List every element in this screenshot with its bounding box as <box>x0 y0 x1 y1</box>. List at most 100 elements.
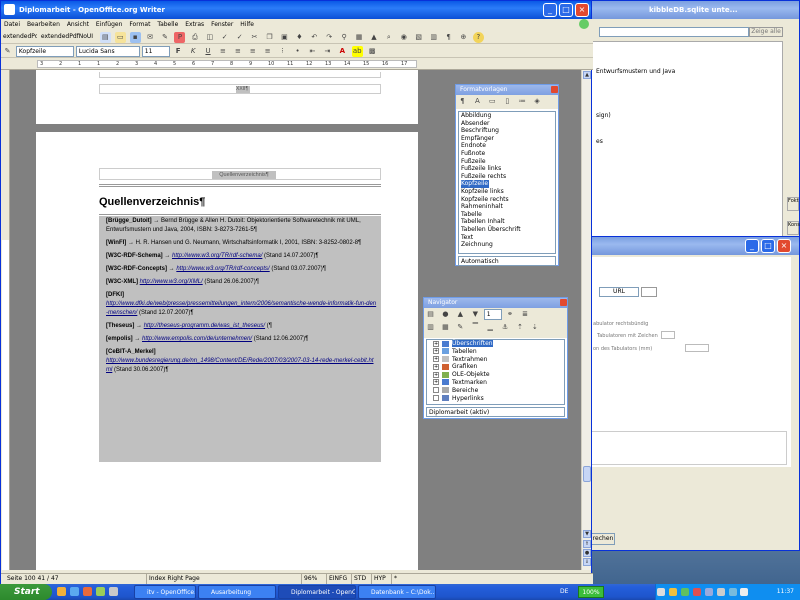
background-color-icon[interactable]: ▩ <box>367 46 378 57</box>
tab-chars-field[interactable] <box>661 331 675 339</box>
hyperlink-icon[interactable]: ⚲ <box>339 32 350 43</box>
style-list-item[interactable]: Tabellen Überschrift <box>461 226 555 234</box>
heading-quellenverzeichnis[interactable]: Quellenverzeichnis¶ <box>99 196 205 208</box>
navigator-item[interactable]: Bereiche <box>433 387 564 395</box>
expand-icon[interactable] <box>433 395 439 402</box>
navigator-item[interactable]: + Textrahmen <box>433 356 564 364</box>
tray-icon-4[interactable] <box>692 587 701 596</box>
style-list-item[interactable]: Kopfzeile <box>461 180 489 188</box>
numbering-icon[interactable]: ⁝ <box>277 46 288 57</box>
bibliography-entry[interactable]: [W3C-XML] http://www.w3.org/XML/ (Stand … <box>106 278 378 287</box>
background-window-1-title[interactable]: kibbleDB.sqlite unte... <box>589 1 799 19</box>
status-selection-mode[interactable]: STD <box>351 574 366 584</box>
quick-launch-icon-5[interactable] <box>108 587 118 596</box>
style-list-item[interactable]: Tabelle <box>461 211 555 219</box>
style-list-item[interactable]: Text <box>461 234 555 242</box>
quick-launch-icon-2[interactable] <box>69 587 79 596</box>
entry-link[interactable]: http://www.w3.org/TR/rdf-concepts/ <box>176 266 269 272</box>
redo-icon[interactable]: ↷ <box>324 32 335 43</box>
next-icon[interactable]: ▼ <box>470 309 481 320</box>
navigator-item[interactable]: + Textmarken <box>433 379 564 387</box>
document-select[interactable]: Diplomarbeit (aktiv) <box>426 407 565 417</box>
status-page-style[interactable]: Index Right Page <box>146 574 200 584</box>
previous-page-icon[interactable]: ⇑ <box>583 540 591 548</box>
draw-icon[interactable]: ▲ <box>368 32 379 43</box>
navigator-tree[interactable]: + Überschriften + Tabellen + Textrahmen + Grafi… <box>426 339 565 405</box>
help-icon[interactable]: ? <box>472 32 484 43</box>
style-list-item[interactable]: Beschriftung <box>461 127 555 135</box>
expand-icon[interactable]: + <box>433 379 439 386</box>
navigator-item[interactable]: + Tabellen <box>433 348 564 356</box>
align-left-icon[interactable]: ≡ <box>217 46 228 57</box>
gallery-icon[interactable]: ▧ <box>413 32 424 43</box>
menu-bearbeiten[interactable]: Bearbeiten <box>27 21 60 28</box>
headings-icon[interactable]: ≣ <box>520 309 531 320</box>
previous-icon[interactable]: ▲ <box>455 309 466 320</box>
highlight-icon[interactable]: ab <box>351 46 363 57</box>
bibliography-entry[interactable]: [Theseus] → http://theseus-programm.de/w… <box>106 322 378 331</box>
open-icon[interactable]: ▭ <box>114 32 126 43</box>
language-indicator[interactable]: DE <box>560 584 568 600</box>
url-button[interactable]: URL <box>599 287 639 297</box>
navigation-icon[interactable]: ● <box>440 309 451 320</box>
spellcheck-icon[interactable]: ✓ <box>219 32 230 43</box>
fill-format-icon[interactable]: ◈ <box>532 96 543 107</box>
style-list-item[interactable]: Fußzeile rechts <box>461 173 555 181</box>
background-window-2[interactable]: _ □ × URL abulator rechtsbündig Tabulato… <box>588 236 800 551</box>
cut-icon[interactable]: ✂ <box>249 32 260 43</box>
entry-link[interactable]: http://theseus-programm.de/was_ist_these… <box>144 323 265 329</box>
page-styles-icon[interactable]: ▯ <box>502 96 513 107</box>
writer-title-bar[interactable]: Diplomarbeit - OpenOffice.org Writer <box>1 1 591 19</box>
entry-link[interactable]: http://www.w3.org/XML/ <box>140 279 203 285</box>
style-list-item[interactable]: Fußnote <box>461 150 555 158</box>
help-close-icon[interactable] <box>579 19 589 29</box>
tray-icon-7[interactable] <box>728 587 737 596</box>
url-field[interactable] <box>641 287 657 297</box>
vertical-scrollbar[interactable]: ▲ ▼ ⇑ ● ⇓ <box>581 70 591 570</box>
demote-chapter-icon[interactable]: ⇣ <box>529 322 540 333</box>
maximize-icon[interactable]: □ <box>559 3 573 17</box>
expand-icon[interactable]: + <box>433 371 439 378</box>
task-diplomarbeit[interactable]: Diplomarbeit - OpenO... <box>278 585 356 599</box>
bold-icon[interactable]: F <box>173 46 184 57</box>
edit-icon[interactable]: ✎ <box>160 32 171 43</box>
minimize-icon[interactable]: _ <box>745 239 759 253</box>
formatvorlagen-title[interactable]: Formatvorlagen <box>456 85 558 95</box>
expand-icon[interactable]: + <box>433 363 439 370</box>
extended-pdf-button[interactable]: extendedPdf <box>1 32 37 43</box>
navigator-item[interactable]: Hyperlinks <box>433 395 564 403</box>
background-window-1[interactable]: kibbleDB.sqlite unte... Zeige alle Entwu… <box>588 0 800 245</box>
bibliography-entry[interactable]: [W3C-RDF-Schema] → http://www.w3.org/TR/… <box>106 252 378 261</box>
status-insert-mode[interactable]: EINFG <box>326 574 347 584</box>
content-view-icon[interactable]: ▦ <box>440 322 451 333</box>
task-itv[interactable]: itv - OpenOffice.org ... <box>134 585 196 599</box>
anchor-icon[interactable]: ⚓ <box>500 322 511 333</box>
bibliography-entry[interactable]: [DFKI] http://www.dfki.de/web/presse/pres… <box>106 291 378 318</box>
character-styles-icon[interactable]: A <box>472 96 483 107</box>
tray-icon-8[interactable] <box>740 587 749 596</box>
calculate-button[interactable]: rechen <box>591 533 615 545</box>
format-paintbrush-icon[interactable]: ♦ <box>294 32 305 43</box>
new-icon[interactable]: ▤ <box>99 32 111 43</box>
menu-ansicht[interactable]: Ansicht <box>67 21 89 28</box>
styles-icon[interactable]: ✎ <box>2 46 13 57</box>
tab-position-field[interactable] <box>685 344 709 352</box>
underline-icon[interactable]: U <box>203 46 214 57</box>
menu-hilfe[interactable]: Hilfe <box>240 21 254 28</box>
navigator-icon[interactable]: ◉ <box>398 32 409 43</box>
align-right-icon[interactable]: ≡ <box>247 46 258 57</box>
task-ausarbeitung[interactable]: Ausarbeitung <box>198 585 276 599</box>
style-list-item[interactable]: Zeichnung <box>461 241 555 249</box>
horizontal-ruler[interactable]: 3 2 1 1 2 3 4 5 6 7 8 9 10 11 12 13 14 15 16 17 <box>1 58 593 70</box>
promote-chapter-icon[interactable]: ⇡ <box>515 322 526 333</box>
tray-icon-2[interactable] <box>668 587 677 596</box>
style-list-item[interactable]: Rahmeninhalt <box>461 203 555 211</box>
side-tab-fokt[interactable]: Fokt <box>787 197 799 211</box>
preview-icon[interactable]: ◫ <box>204 32 215 43</box>
menu-format[interactable]: Format <box>129 21 150 28</box>
navigator-item[interactable]: + Grafiken <box>433 363 564 371</box>
drag-mode-icon[interactable]: ⚭ <box>505 309 516 320</box>
bibliography-entry[interactable]: [CeBIT-A_Merkel] http://www.bundesregieru… <box>106 348 378 375</box>
status-zoom[interactable]: 96% <box>301 574 317 584</box>
page-number-input[interactable]: 1 <box>483 309 502 320</box>
